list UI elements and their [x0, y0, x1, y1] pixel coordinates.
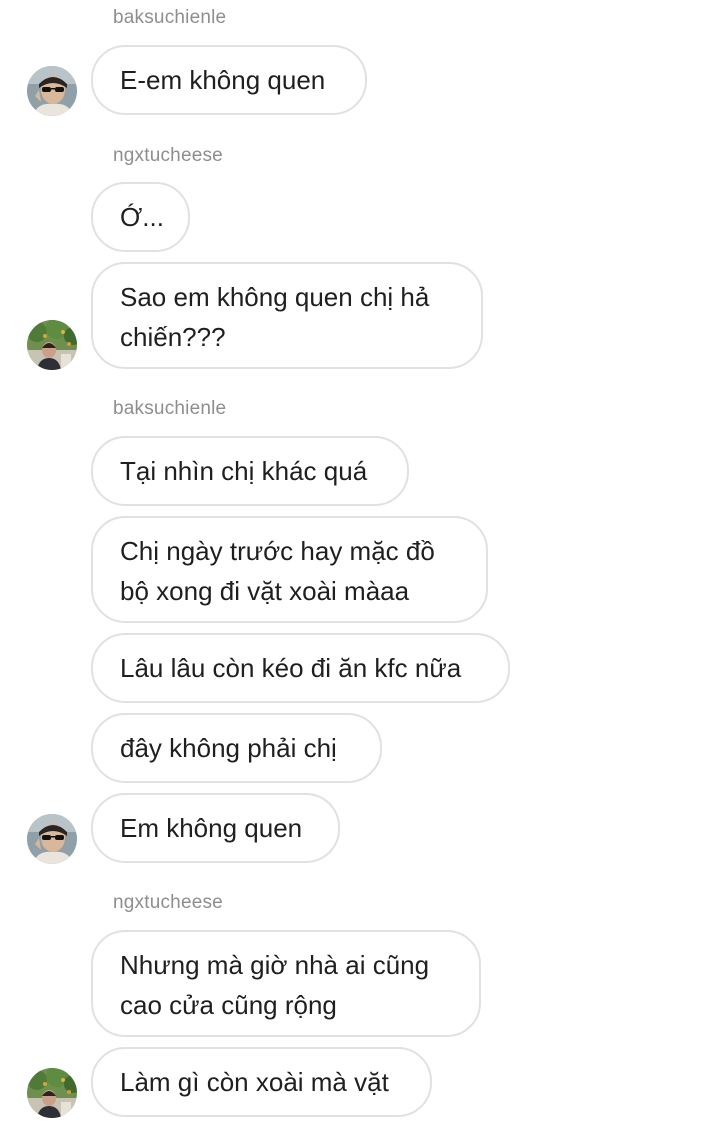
avatar-baksuchienle[interactable] — [27, 66, 77, 116]
sender-name: baksuchienle — [113, 398, 227, 419]
message-bubble[interactable]: Lâu lâu còn kéo đi ăn kfc nữa — [91, 633, 510, 703]
user-photo-icon — [27, 814, 77, 864]
user-photo-icon — [27, 320, 77, 370]
message-bubble[interactable]: đây không phải chị — [91, 713, 382, 783]
user-photo-icon — [27, 1068, 77, 1118]
sender-name: baksuchienle — [113, 7, 227, 28]
message-bubble[interactable]: Nhưng mà giờ nhà ai cũng cao cửa cũng rộ… — [91, 930, 481, 1037]
user-photo-icon — [27, 66, 77, 116]
message-bubble[interactable]: E-em không quen — [91, 45, 367, 115]
sender-name: ngxtucheese — [113, 892, 223, 913]
message-bubble[interactable]: Em không quen — [91, 793, 340, 863]
message-bubble[interactable]: Chị ngày trước hay mặc đồ bộ xong đi vặt… — [91, 516, 488, 623]
sender-name: ngxtucheese — [113, 145, 223, 166]
avatar-ngxtucheese[interactable] — [27, 1068, 77, 1118]
message-bubble[interactable]: Tại nhìn chị khác quá — [91, 436, 409, 506]
avatar-baksuchienle[interactable] — [27, 814, 77, 864]
message-bubble[interactable]: Ớ... — [91, 182, 190, 252]
avatar-ngxtucheese[interactable] — [27, 320, 77, 370]
message-bubble[interactable]: Làm gì còn xoài mà vặt — [91, 1047, 432, 1117]
message-bubble[interactable]: Sao em không quen chị hả chiến??? — [91, 262, 483, 369]
